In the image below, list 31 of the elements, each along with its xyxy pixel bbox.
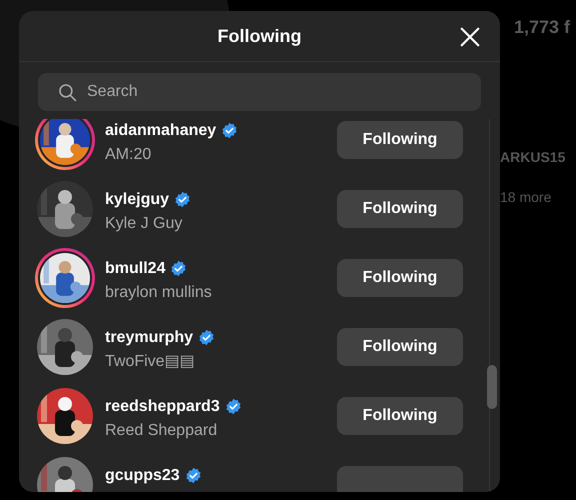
username[interactable]: gcupps23 xyxy=(105,464,180,488)
verified-badge-icon xyxy=(221,122,238,139)
following-button[interactable]: Following xyxy=(337,396,463,434)
username-text: ARKUS15 xyxy=(500,148,566,167)
username[interactable]: reedsheppard3 xyxy=(105,394,220,418)
scrollbar-thumb[interactable] xyxy=(487,365,497,409)
username[interactable]: treymurphy xyxy=(105,326,194,350)
full-name: braylon mullins xyxy=(105,282,213,302)
full-name: AM:20 xyxy=(105,144,152,164)
full-name: TwoFive▤▤ xyxy=(105,352,196,372)
verified-badge-icon xyxy=(184,467,202,484)
search-icon xyxy=(58,83,77,102)
username[interactable]: aidanmahaney xyxy=(105,119,216,142)
verified-badge-icon xyxy=(170,260,188,277)
following-button[interactable]: Following xyxy=(337,258,463,296)
username[interactable]: bmull24 xyxy=(105,256,166,280)
verified-badge-icon xyxy=(174,191,192,208)
following-button[interactable]: Following xyxy=(337,120,463,158)
close-icon xyxy=(459,26,481,48)
username[interactable]: kylejguy xyxy=(105,188,170,212)
more-text: 18 more xyxy=(500,188,552,207)
avatar[interactable] xyxy=(35,119,95,170)
full-name: Reed Sheppard xyxy=(105,420,218,440)
verified-badge-icon xyxy=(224,398,242,415)
verified-badge-icon xyxy=(198,329,216,346)
following-button[interactable]: Following xyxy=(337,190,463,228)
followers-count: 1,773 f xyxy=(514,16,570,39)
following-button[interactable]: Following xyxy=(337,328,463,366)
full-name: Kyle J Guy xyxy=(105,214,184,234)
dialog-title: Following xyxy=(218,24,302,48)
search-field[interactable]: Search xyxy=(38,73,481,111)
